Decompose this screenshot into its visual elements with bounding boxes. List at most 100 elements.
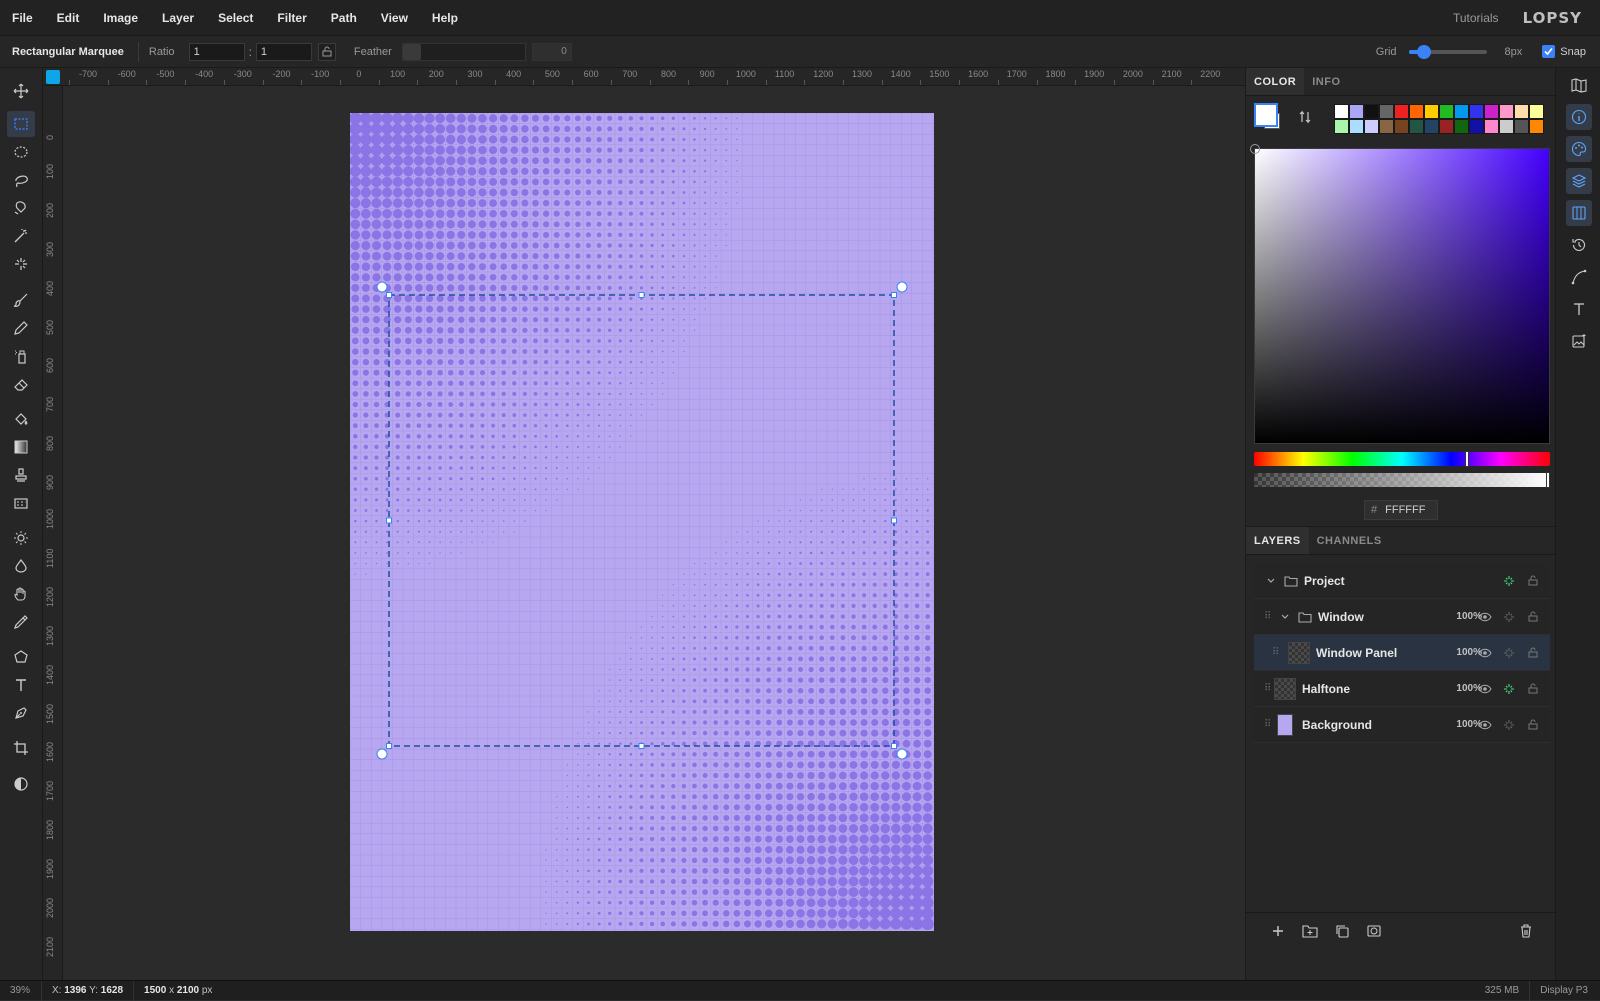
feather-slider-knob[interactable]: [402, 43, 421, 60]
palette-swatch[interactable]: [1364, 119, 1379, 134]
eye-icon[interactable]: [1478, 610, 1492, 624]
trash-icon[interactable]: [1518, 923, 1534, 939]
palette-swatch[interactable]: [1424, 104, 1439, 119]
drag-handle-icon[interactable]: ⠿: [1272, 647, 1282, 658]
palette-swatch[interactable]: [1529, 104, 1544, 119]
history-panel-button[interactable]: [1566, 232, 1592, 258]
dodge-tool[interactable]: [7, 525, 35, 551]
hue-slider[interactable]: [1254, 451, 1550, 467]
menu-layer[interactable]: Layer: [150, 0, 206, 36]
saturation-value-picker[interactable]: [1250, 144, 1550, 444]
ratio-lock-button[interactable]: [317, 42, 336, 61]
hex-color-input[interactable]: # FFFFFF: [1364, 500, 1438, 520]
drag-handle-icon[interactable]: ⠿: [1264, 611, 1274, 622]
palette-swatch[interactable]: [1424, 119, 1439, 134]
layer-row-background[interactable]: ⠿ Background 100%: [1254, 707, 1550, 743]
palette-swatch[interactable]: [1394, 119, 1409, 134]
palette-swatch[interactable]: [1379, 104, 1394, 119]
drag-handle-icon[interactable]: ⠿: [1264, 683, 1274, 694]
ratio-height-input[interactable]: [255, 42, 312, 61]
palette-swatch[interactable]: [1469, 119, 1484, 134]
selection-marquee[interactable]: [64, 87, 1245, 979]
grid-slider[interactable]: [1408, 44, 1487, 59]
layer-row-project[interactable]: Project: [1254, 563, 1550, 599]
layer-row-window[interactable]: ⠿ Window 100%: [1254, 599, 1550, 635]
shape-tool[interactable]: [7, 644, 35, 670]
magnetic-lasso-tool[interactable]: [7, 195, 35, 221]
add-layer-icon[interactable]: [1270, 923, 1286, 939]
palette-swatch[interactable]: [1409, 119, 1424, 134]
palette-swatch[interactable]: [1499, 119, 1514, 134]
pattern-tool[interactable]: [7, 490, 35, 516]
eye-icon[interactable]: [1478, 682, 1492, 696]
tutorials-link[interactable]: Tutorials: [1453, 11, 1499, 25]
eraser-tool[interactable]: [7, 371, 35, 397]
canvas-area[interactable]: [64, 87, 1245, 979]
mask-icon[interactable]: [1366, 923, 1382, 939]
rect-marquee-tool[interactable]: [7, 111, 35, 137]
chevron-down-icon[interactable]: [1280, 612, 1290, 622]
palette-swatch[interactable]: [1364, 104, 1379, 119]
quick-select-tool[interactable]: [7, 251, 35, 277]
info-panel-button[interactable]: [1566, 104, 1592, 130]
layer-row-window-panel[interactable]: ⠿ Window Panel 100%: [1254, 635, 1550, 671]
lasso-tool[interactable]: [7, 167, 35, 193]
layer-row-halftone[interactable]: ⠿ Halftone 100%: [1254, 671, 1550, 707]
menu-help[interactable]: Help: [420, 0, 470, 36]
fx-sparkle-icon[interactable]: [1502, 574, 1516, 588]
menu-select[interactable]: Select: [206, 0, 265, 36]
menu-image[interactable]: Image: [91, 0, 150, 36]
swap-colors-button[interactable]: [1298, 110, 1312, 127]
lock-icon[interactable]: [1526, 610, 1540, 624]
drag-handle-icon[interactable]: ⠿: [1264, 719, 1274, 730]
magic-wand-tool[interactable]: [7, 223, 35, 249]
palette-swatch[interactable]: [1439, 104, 1454, 119]
pencil-tool[interactable]: [7, 315, 35, 341]
menu-path[interactable]: Path: [319, 0, 369, 36]
palette-swatch[interactable]: [1454, 119, 1469, 134]
text-tool[interactable]: [7, 672, 35, 698]
palette-swatch[interactable]: [1349, 119, 1364, 134]
snap-checkbox[interactable]: [1542, 45, 1556, 58]
menu-file[interactable]: File: [0, 0, 45, 36]
fx-sparkle-icon[interactable]: [1502, 682, 1516, 696]
paths-panel-button[interactable]: [1566, 264, 1592, 290]
lock-icon[interactable]: [1526, 682, 1540, 696]
menu-filter[interactable]: Filter: [265, 0, 318, 36]
blur-tool[interactable]: [7, 553, 35, 579]
color-panel-button[interactable]: [1566, 136, 1592, 162]
gradient-tool[interactable]: [7, 434, 35, 460]
palette-swatch[interactable]: [1484, 104, 1499, 119]
color-profile[interactable]: Display P3: [1530, 981, 1600, 1001]
tab-info[interactable]: INFO: [1304, 68, 1348, 95]
palette-swatch[interactable]: [1454, 104, 1469, 119]
chevron-down-icon[interactable]: [1266, 576, 1276, 586]
pen-tool[interactable]: [7, 700, 35, 726]
menu-edit[interactable]: Edit: [45, 0, 92, 36]
fx-sparkle-icon[interactable]: [1502, 718, 1516, 732]
tab-layers[interactable]: LAYERS: [1246, 527, 1309, 554]
palette-swatch[interactable]: [1349, 104, 1364, 119]
ruler-origin-corner[interactable]: [46, 70, 60, 84]
tab-channels[interactable]: CHANNELS: [1309, 527, 1390, 554]
stamp-tool[interactable]: [7, 462, 35, 488]
feather-value[interactable]: 0: [531, 42, 572, 61]
crop-tool[interactable]: [7, 735, 35, 761]
fx-sparkle-icon[interactable]: [1502, 646, 1516, 660]
palette-swatch[interactable]: [1469, 104, 1484, 119]
fill-tool[interactable]: [7, 406, 35, 432]
palette-swatch[interactable]: [1514, 104, 1529, 119]
palette-swatch[interactable]: [1379, 119, 1394, 134]
grid-slider-knob[interactable]: [1416, 44, 1431, 59]
palette-swatch[interactable]: [1409, 104, 1424, 119]
zoom-level[interactable]: 39%: [0, 980, 42, 1001]
hand-tool[interactable]: [7, 581, 35, 607]
palette-swatch[interactable]: [1334, 119, 1349, 134]
ratio-width-input[interactable]: [188, 42, 245, 61]
layers-panel-button[interactable]: [1566, 168, 1592, 194]
alpha-slider-knob[interactable]: [1546, 472, 1550, 488]
menu-view[interactable]: View: [369, 0, 420, 36]
palette-swatch[interactable]: [1334, 104, 1349, 119]
palette-swatch[interactable]: [1439, 119, 1454, 134]
palette-swatch[interactable]: [1529, 119, 1544, 134]
